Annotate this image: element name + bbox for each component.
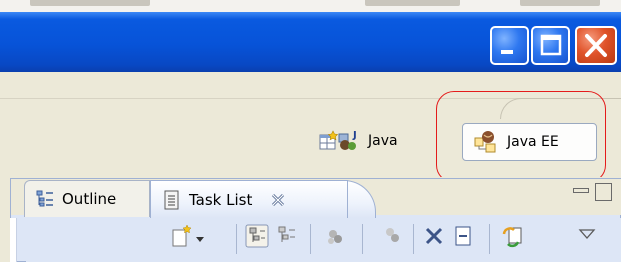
java-perspective-icon: J <box>338 130 357 150</box>
maximize-button[interactable] <box>531 26 570 65</box>
hide-completed-icon[interactable] <box>323 224 347 248</box>
toolbar-separator <box>489 224 490 254</box>
toolbar-separator <box>236 224 237 254</box>
minimize-icon <box>501 50 513 54</box>
background-window-edge <box>0 0 621 12</box>
close-tab-icon[interactable] <box>270 192 286 208</box>
collapse-all-icon[interactable] <box>452 224 476 248</box>
highlight-annotation <box>436 91 606 183</box>
synchronize-icon[interactable] <box>502 224 526 248</box>
hide-non-matching-icon[interactable] <box>380 224 404 248</box>
tab-task-list-label: Task List <box>189 190 253 209</box>
view-menu-icon[interactable] <box>578 228 596 240</box>
maximize-view-button[interactable] <box>595 183 612 201</box>
categorized-icon[interactable] <box>245 224 269 248</box>
minimize-button[interactable] <box>490 26 529 65</box>
remove-icon[interactable] <box>422 224 446 248</box>
toolbar-separator <box>310 224 311 254</box>
task-list-icon <box>164 190 179 209</box>
java-perspective-button[interactable]: J Java <box>336 127 398 155</box>
maximize-icon <box>540 34 562 56</box>
title-bar <box>0 12 621 72</box>
toolbar-separator <box>413 224 414 254</box>
svg-text:J: J <box>352 130 357 141</box>
toolbar-separator <box>362 224 363 254</box>
new-task-icon[interactable] <box>170 224 194 248</box>
close-button[interactable] <box>575 26 617 65</box>
java-perspective-label: Java <box>368 133 398 149</box>
tab-outline-label: Outline <box>62 190 117 208</box>
close-icon <box>585 34 607 57</box>
left-editor-edge <box>10 218 17 262</box>
minimize-view-button[interactable] <box>573 188 589 193</box>
outline-icon <box>36 190 53 207</box>
tab-task-list[interactable]: Task List <box>150 180 348 218</box>
dropdown-arrow-icon[interactable] <box>194 234 206 244</box>
tab-outline[interactable]: Outline <box>24 180 150 217</box>
scheduled-icon[interactable] <box>275 224 299 248</box>
